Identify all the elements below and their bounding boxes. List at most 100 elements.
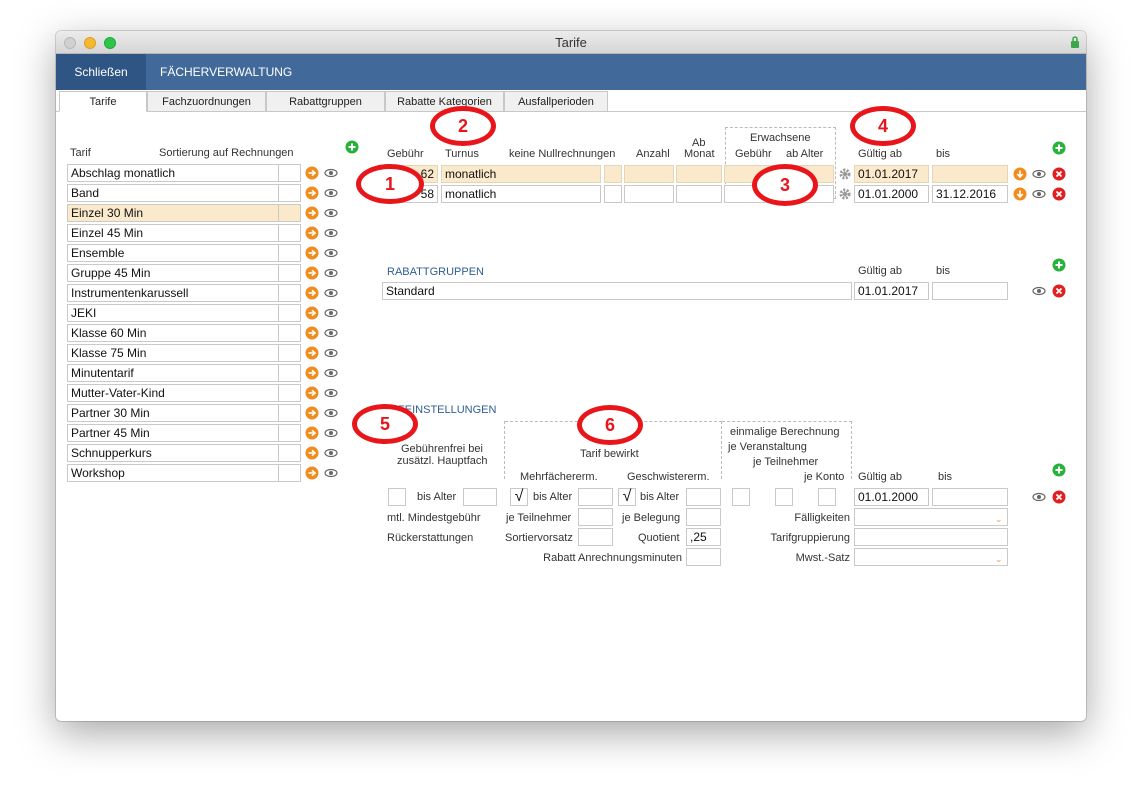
eye-icon[interactable] — [324, 306, 338, 320]
sort-order-field[interactable] — [278, 344, 301, 362]
arrow-right-icon[interactable] — [305, 446, 319, 460]
tab-rabattgruppen[interactable]: Rabattgruppen — [266, 91, 385, 112]
gear-icon[interactable] — [838, 187, 852, 201]
sort-order-field[interactable] — [278, 464, 301, 482]
rabattgruppe-gueltig-ab-field[interactable]: 01.01.2017 — [854, 282, 929, 300]
zoom-window-button[interactable] — [104, 37, 116, 49]
list-item[interactable]: Instrumentenkarussell — [67, 284, 301, 302]
list-item[interactable]: Gruppe 45 Min — [67, 264, 301, 282]
arrow-right-icon[interactable] — [305, 426, 319, 440]
eye-icon[interactable] — [324, 286, 338, 300]
sort-order-field[interactable] — [278, 184, 301, 202]
list-item[interactable]: Klasse 60 Min — [67, 324, 301, 342]
arrow-right-icon[interactable] — [305, 406, 319, 420]
ab-monat-field[interactable] — [676, 185, 722, 203]
gear-icon[interactable] — [838, 167, 852, 181]
fee-turnus-field[interactable]: monatlich — [441, 165, 601, 183]
eye-icon[interactable] — [324, 186, 338, 200]
arrow-right-icon[interactable] — [305, 306, 319, 320]
sort-order-field[interactable] — [278, 324, 301, 342]
anzahl-field[interactable] — [624, 185, 674, 203]
keine-null-checkbox[interactable] — [604, 185, 622, 203]
eye-icon[interactable] — [324, 266, 338, 280]
eye-icon[interactable] — [324, 346, 338, 360]
list-item[interactable]: Einzel 45 Min — [67, 224, 301, 242]
eye-icon[interactable] — [1032, 490, 1046, 504]
sort-order-field[interactable] — [278, 284, 301, 302]
arrow-right-icon[interactable] — [305, 366, 319, 380]
eye-icon[interactable] — [324, 166, 338, 180]
eye-icon[interactable] — [324, 446, 338, 460]
sort-order-field[interactable] — [278, 404, 301, 422]
sort-order-field[interactable] — [278, 304, 301, 322]
tab-tarife[interactable]: Tarife — [59, 91, 147, 112]
fee-turnus-field[interactable]: monatlich — [441, 185, 601, 203]
je-teilnehmer-field[interactable] — [578, 508, 613, 526]
list-item[interactable]: Ensemble — [67, 244, 301, 262]
sort-order-field[interactable] — [278, 264, 301, 282]
list-item[interactable]: Band — [67, 184, 301, 202]
add-einstellung-icon[interactable] — [1052, 463, 1066, 477]
sort-order-field[interactable] — [278, 204, 301, 222]
sort-order-field[interactable] — [278, 364, 301, 382]
arrow-right-icon[interactable] — [305, 466, 319, 480]
fee-gueltig-ab-field[interactable]: 01.01.2000 — [854, 185, 929, 203]
delete-icon[interactable] — [1052, 167, 1066, 181]
je-veranstaltung-checkbox[interactable] — [732, 488, 750, 506]
einstellungen-bis-field[interactable] — [932, 488, 1008, 506]
faecherverwaltung-button[interactable]: FÄCHERVERWALTUNG — [144, 54, 308, 90]
arrow-right-icon[interactable] — [305, 386, 319, 400]
ab-monat-field[interactable] — [676, 165, 722, 183]
je-belegung-field[interactable] — [686, 508, 721, 526]
sort-order-field[interactable] — [278, 244, 301, 262]
geschwister-bis-alter-field[interactable] — [686, 488, 721, 506]
eye-icon[interactable] — [324, 386, 338, 400]
rabattgruppe-name-field[interactable]: Standard — [382, 282, 852, 300]
list-item[interactable]: Minutentarif — [67, 364, 301, 382]
sort-order-field[interactable] — [278, 224, 301, 242]
sort-order-field[interactable] — [278, 384, 301, 402]
tarifgruppierung-field[interactable] — [854, 528, 1008, 546]
eye-icon[interactable] — [324, 426, 338, 440]
rabatt-anrechnungsminuten-field[interactable] — [686, 548, 721, 566]
gebuehrenfrei-bis-alter-field[interactable] — [463, 488, 497, 506]
list-item[interactable]: Workshop — [67, 464, 301, 482]
einstellungen-gueltig-ab-field[interactable]: 01.01.2000 — [854, 488, 929, 506]
minimize-window-button[interactable] — [84, 37, 96, 49]
list-item[interactable]: Abschlag monatlich — [67, 164, 301, 182]
tab-fachzuordnungen[interactable]: Fachzuordnungen — [147, 91, 266, 112]
arrow-right-icon[interactable] — [305, 286, 319, 300]
eye-icon[interactable] — [324, 466, 338, 480]
arrow-right-icon[interactable] — [305, 326, 319, 340]
add-rabattgruppe-icon[interactable] — [1052, 258, 1066, 272]
fee-bis-field[interactable]: 31.12.2016 — [932, 185, 1008, 203]
list-item[interactable]: JEKI — [67, 304, 301, 322]
list-item[interactable]: Partner 45 Min — [67, 424, 301, 442]
close-window-button[interactable] — [64, 37, 76, 49]
list-item[interactable]: Einzel 30 Min — [67, 204, 301, 222]
tab-ausfallperioden[interactable]: Ausfallperioden — [504, 91, 608, 112]
sort-order-field[interactable] — [278, 164, 301, 182]
delete-icon[interactable] — [1052, 187, 1066, 201]
mehrfach-checkbox[interactable]: √ — [510, 488, 528, 506]
arrow-right-icon[interactable] — [305, 346, 319, 360]
sort-order-field[interactable] — [278, 444, 301, 462]
arrow-right-icon[interactable] — [305, 226, 319, 240]
arrow-down-icon[interactable] — [1013, 187, 1027, 201]
list-item[interactable]: Mutter-Vater-Kind — [67, 384, 301, 402]
eye-icon[interactable] — [324, 206, 338, 220]
eye-icon[interactable] — [324, 366, 338, 380]
fee-bis-field[interactable] — [932, 165, 1008, 183]
arrow-right-icon[interactable] — [305, 166, 319, 180]
eye-icon[interactable] — [1032, 284, 1046, 298]
add-tarif-icon[interactable] — [345, 140, 359, 154]
keine-null-checkbox[interactable] — [604, 165, 622, 183]
eye-icon[interactable] — [324, 246, 338, 260]
geschwister-checkbox[interactable]: √ — [618, 488, 636, 506]
arrow-right-icon[interactable] — [305, 186, 319, 200]
eye-icon[interactable] — [324, 406, 338, 420]
fee-gueltig-ab-field[interactable]: 01.01.2017 — [854, 165, 929, 183]
delete-icon[interactable] — [1052, 490, 1066, 504]
delete-icon[interactable] — [1052, 284, 1066, 298]
eye-icon[interactable] — [324, 226, 338, 240]
